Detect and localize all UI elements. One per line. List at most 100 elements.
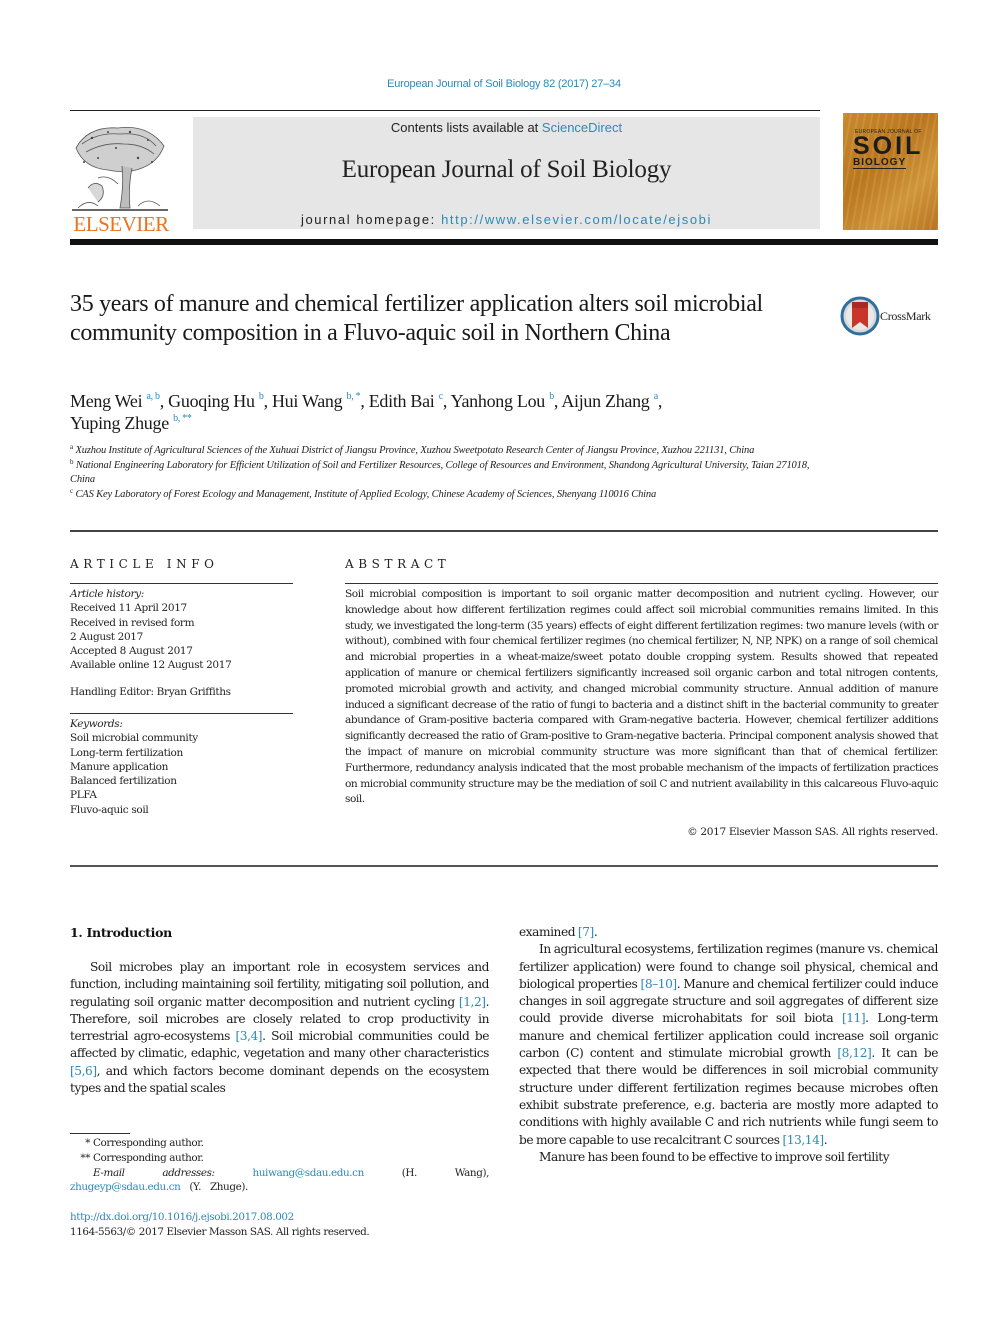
journal-homepage-line: journal homepage: http://www.elsevier.co…	[193, 212, 820, 227]
cover-big-title: SOIL	[853, 132, 924, 160]
affiliation-text: CAS Key Laboratory of Forest Ecology and…	[75, 488, 657, 500]
sciencedirect-link[interactable]: ScienceDirect	[542, 120, 622, 135]
author[interactable]: Aijun Zhang a	[561, 391, 658, 411]
section-divider	[70, 530, 938, 532]
doi-link[interactable]: http://dx.doi.org/10.1016/j.ejsobi.2017.…	[70, 1210, 490, 1225]
history-item: Received 11 April 2017	[70, 602, 187, 615]
keyword: Soil microbial community	[70, 732, 198, 745]
affiliation-text: National Engineering Laboratory for Effi…	[70, 459, 810, 486]
footnote: ** Corresponding author.	[70, 1151, 489, 1166]
affiliation: a Xuzhou Institute of Agricultural Scien…	[70, 444, 820, 459]
keywords: Keywords: Soil microbial community Long-…	[70, 717, 300, 817]
author-affiliation-mark[interactable]: b, *	[347, 391, 361, 402]
affiliation-text: Xuzhou Institute of Agricultural Science…	[75, 445, 755, 456]
abstract-heading: ABSTRACT	[345, 557, 451, 571]
email-label: E-mail addresses:	[93, 1166, 215, 1179]
email-owner: (Y. Zhuge).	[189, 1181, 248, 1194]
header-top-rule	[70, 110, 820, 111]
paragraph-text: .	[593, 925, 598, 939]
history-item: Available online 12 August 2017	[70, 659, 232, 672]
author[interactable]: Guoqing Hu b	[168, 391, 264, 411]
citation-ref-link[interactable]: [8–10]	[641, 977, 678, 991]
header-bottom-rule	[70, 239, 938, 245]
article-info-rule	[70, 713, 293, 714]
author-separator: ,	[657, 391, 663, 411]
contents-prefix: Contents lists available at	[390, 120, 542, 135]
article-history: Article history: Received 11 April 2017 …	[70, 587, 300, 673]
history-item: 2 August 2017	[70, 630, 143, 643]
author-name: Hui Wang	[271, 391, 343, 411]
citation-ref-link[interactable]: [3,4]	[235, 1029, 262, 1043]
citation-ref-link[interactable]: [1,2]	[459, 995, 486, 1009]
author-affiliation-mark[interactable]: a, b	[147, 391, 161, 402]
email-owner: (H. Wang),	[401, 1166, 490, 1179]
doi-block: http://dx.doi.org/10.1016/j.ejsobi.2017.…	[70, 1210, 490, 1240]
keywords-label: Keywords:	[70, 718, 123, 730]
issn-copyright: 1164-5563/© 2017 Elsevier Masson SAS. Al…	[70, 1226, 370, 1238]
intro-paragraph: Soil microbes play an important role in …	[70, 959, 489, 1097]
abstract-copyright: © 2017 Elsevier Masson SAS. All rights r…	[687, 826, 938, 838]
affiliation-mark: b	[70, 457, 74, 466]
affiliation-mark: a	[70, 443, 73, 451]
handling-editor: Handling Editor: Bryan Griffiths	[70, 686, 231, 698]
keyword: Long-term fertilization	[70, 746, 183, 759]
keyword: Manure application	[70, 760, 169, 773]
journal-cover-image: EUROPEAN JOURNAL OF SOIL BIOLOGY	[843, 113, 938, 230]
article-title: 35 years of manure and chemical fertiliz…	[70, 291, 763, 346]
author-name: Yanhong Lou	[450, 391, 546, 411]
footnotes: * Corresponding author. ** Corresponding a…	[70, 1136, 489, 1195]
journal-homepage-link[interactable]: http://www.elsevier.com/locate/ejsobi	[441, 212, 712, 227]
author[interactable]: Edith Bai c	[369, 391, 443, 411]
abstract-rule	[345, 583, 938, 584]
crossmark-label[interactable]: CrossMark	[880, 309, 931, 324]
paragraph-text: examined	[519, 925, 578, 939]
keyword: Balanced fertilization	[70, 775, 177, 788]
author-separator: ,	[159, 391, 169, 411]
author-separator: ,	[442, 391, 451, 411]
journal-citation-link[interactable]: European Journal of Soil Biology 82 (201…	[0, 78, 992, 90]
author-affiliation-mark[interactable]: b, **	[173, 413, 192, 424]
history-item: Received in revised form	[70, 616, 195, 629]
section-divider	[70, 865, 938, 867]
article-history-label: Article history:	[70, 588, 144, 600]
abstract-text: Soil microbial composition is important …	[345, 588, 938, 806]
email-link-wang[interactable]: huiwang@sdau.edu.cn	[252, 1167, 364, 1179]
paragraph-text: .	[823, 1132, 828, 1147]
author[interactable]: Yuping Zhuge b, **	[70, 413, 192, 433]
affiliation: b National Engineering Laboratory for Ef…	[70, 457, 820, 488]
paragraph-text: , and which factors become dominant depe…	[70, 1063, 489, 1096]
body-column-left: Soil microbes play an important role in …	[70, 959, 489, 1097]
author[interactable]: Yanhong Lou b	[450, 391, 555, 411]
author[interactable]: Meng Wei a, b	[70, 391, 160, 411]
paragraph-text: Soil microbes play an important role in …	[70, 960, 489, 1009]
intro-paragraph: In agricultural ecosystems, fertilizatio…	[519, 941, 938, 1149]
footnote-text: Corresponding author.	[93, 1137, 204, 1149]
affiliation: c CAS Key Laboratory of Forest Ecology a…	[70, 487, 820, 503]
footnote: * Corresponding author.	[70, 1136, 489, 1151]
footnote-rule	[70, 1133, 130, 1134]
footnote-text: Corresponding author.	[93, 1151, 204, 1164]
author[interactable]: Hui Wang b, *	[271, 391, 361, 411]
article-info-heading: ARTICLE INFO	[70, 557, 219, 571]
keyword: PLFA	[70, 789, 97, 802]
email-footnote: E-mail addresses: huiwang@sdau.edu.cn (H…	[70, 1166, 489, 1196]
author-name: Meng Wei	[70, 391, 143, 411]
cover-subtitle: BIOLOGY	[853, 157, 907, 169]
contents-available-line: Contents lists available at ScienceDirec…	[193, 120, 820, 135]
body-column-right: examined [7]. In agricultural ecosystems…	[519, 924, 938, 1166]
citation-ref-link[interactable]: [5,6]	[70, 1064, 97, 1078]
citation-ref-link[interactable]: [7]	[578, 925, 594, 939]
citation-ref-link[interactable]: [8,12]	[837, 1046, 871, 1060]
author-name: Yuping Zhuge	[70, 413, 169, 433]
homepage-prefix: journal homepage:	[300, 212, 442, 227]
email-link-zhuge[interactable]: zhugeyp@sdau.edu.cn	[70, 1181, 181, 1193]
footnote-mark: **	[80, 1151, 90, 1164]
history-item: Accepted 8 August 2017	[70, 645, 193, 658]
author-name: Edith Bai	[368, 391, 435, 411]
introduction-heading: 1. Introduction	[70, 925, 172, 940]
paragraph-text: . It can be expected that there would be…	[519, 1046, 938, 1147]
citation-ref-link[interactable]: [11]	[842, 1011, 866, 1025]
author-name: Aijun Zhang	[561, 391, 650, 411]
author-separator: ,	[263, 391, 272, 411]
citation-ref-link[interactable]: [13,14]	[782, 1133, 824, 1147]
